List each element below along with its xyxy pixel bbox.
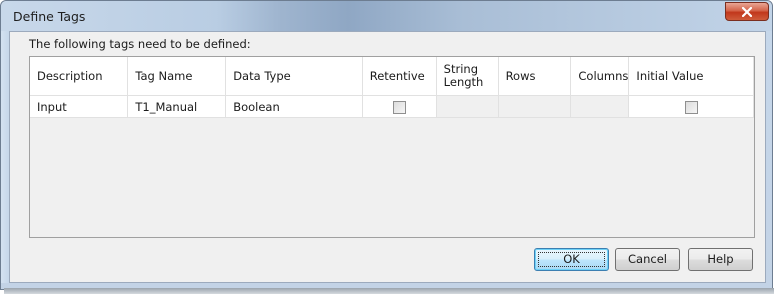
column-header-data-type[interactable]: Data Type	[225, 57, 363, 96]
cell-tag-name[interactable]: T1_Manual	[127, 95, 227, 118]
window-frame-left	[1, 31, 9, 283]
focus-ring	[538, 252, 605, 267]
title-bar[interactable]: Define Tags	[1, 1, 772, 31]
column-header-tag-name[interactable]: Tag Name	[127, 57, 227, 96]
close-icon	[742, 7, 752, 17]
cancel-button[interactable]: Cancel	[615, 248, 680, 271]
define-tags-dialog: Define Tags The following tags need to b…	[0, 0, 773, 290]
cancel-button-label: Cancel	[628, 252, 667, 266]
window-shadow	[4, 288, 774, 294]
table-header-row: Description Tag Name Data Type Retentive…	[30, 57, 754, 96]
tags-grid[interactable]: Description Tag Name Data Type Retentive…	[29, 56, 755, 238]
cell-string-length	[436, 95, 499, 118]
help-button[interactable]: Help	[688, 248, 753, 271]
column-header-initial-value[interactable]: Initial Value	[628, 57, 754, 96]
cell-initial-value	[628, 95, 754, 118]
window-title: Define Tags	[13, 9, 86, 24]
cell-data-type[interactable]: Boolean	[225, 95, 363, 118]
cell-description[interactable]: Input	[30, 95, 129, 118]
table-row[interactable]: Input T1_Manual Boolean	[30, 95, 754, 118]
help-button-label: Help	[707, 252, 734, 266]
initial-value-checkbox[interactable]	[684, 100, 698, 114]
instruction-text: The following tags need to be defined:	[29, 37, 251, 51]
retentive-checkbox[interactable]	[392, 100, 406, 114]
cell-retentive	[362, 95, 437, 118]
ok-button[interactable]: OK	[534, 248, 609, 271]
close-button[interactable]	[725, 2, 769, 21]
column-header-rows[interactable]: Rows	[498, 57, 572, 96]
column-header-string-length[interactable]: String Length	[436, 57, 499, 96]
column-header-columns[interactable]: Columns	[570, 57, 630, 96]
cell-rows	[498, 95, 572, 118]
cell-columns	[570, 95, 630, 118]
tags-table: Description Tag Name Data Type Retentive…	[30, 57, 754, 118]
column-header-description[interactable]: Description	[30, 57, 129, 96]
column-header-retentive[interactable]: Retentive	[362, 57, 437, 96]
